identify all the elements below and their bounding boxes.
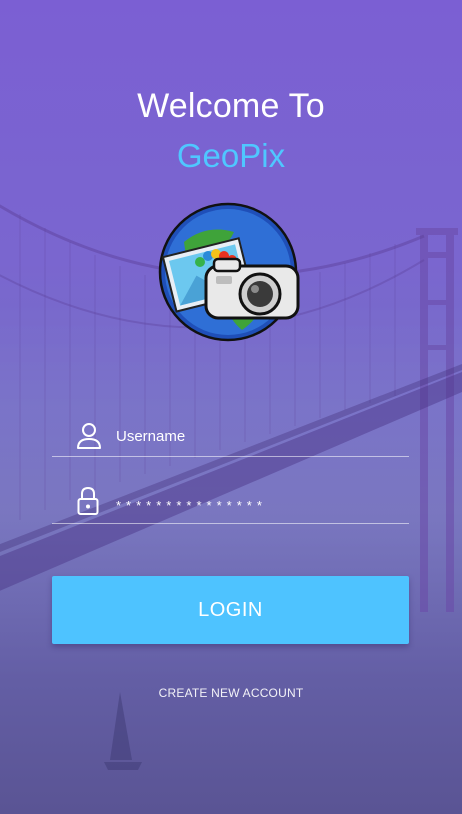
user-icon	[77, 423, 101, 449]
login-screen: Welcome To GeoPix Username *************…	[0, 0, 462, 814]
login-button[interactable]: LOGIN	[52, 576, 409, 644]
username-input[interactable]	[116, 422, 396, 450]
welcome-heading: Welcome To	[137, 87, 325, 125]
username-field	[52, 414, 409, 457]
create-account-link[interactable]: CREATE NEW ACCOUNT	[0, 686, 462, 700]
globe-camera-logo-icon	[158, 202, 300, 342]
password-input[interactable]	[116, 491, 396, 519]
app-name-heading: GeoPix	[176, 137, 286, 174]
lock-icon	[77, 486, 99, 515]
password-field	[52, 481, 409, 524]
